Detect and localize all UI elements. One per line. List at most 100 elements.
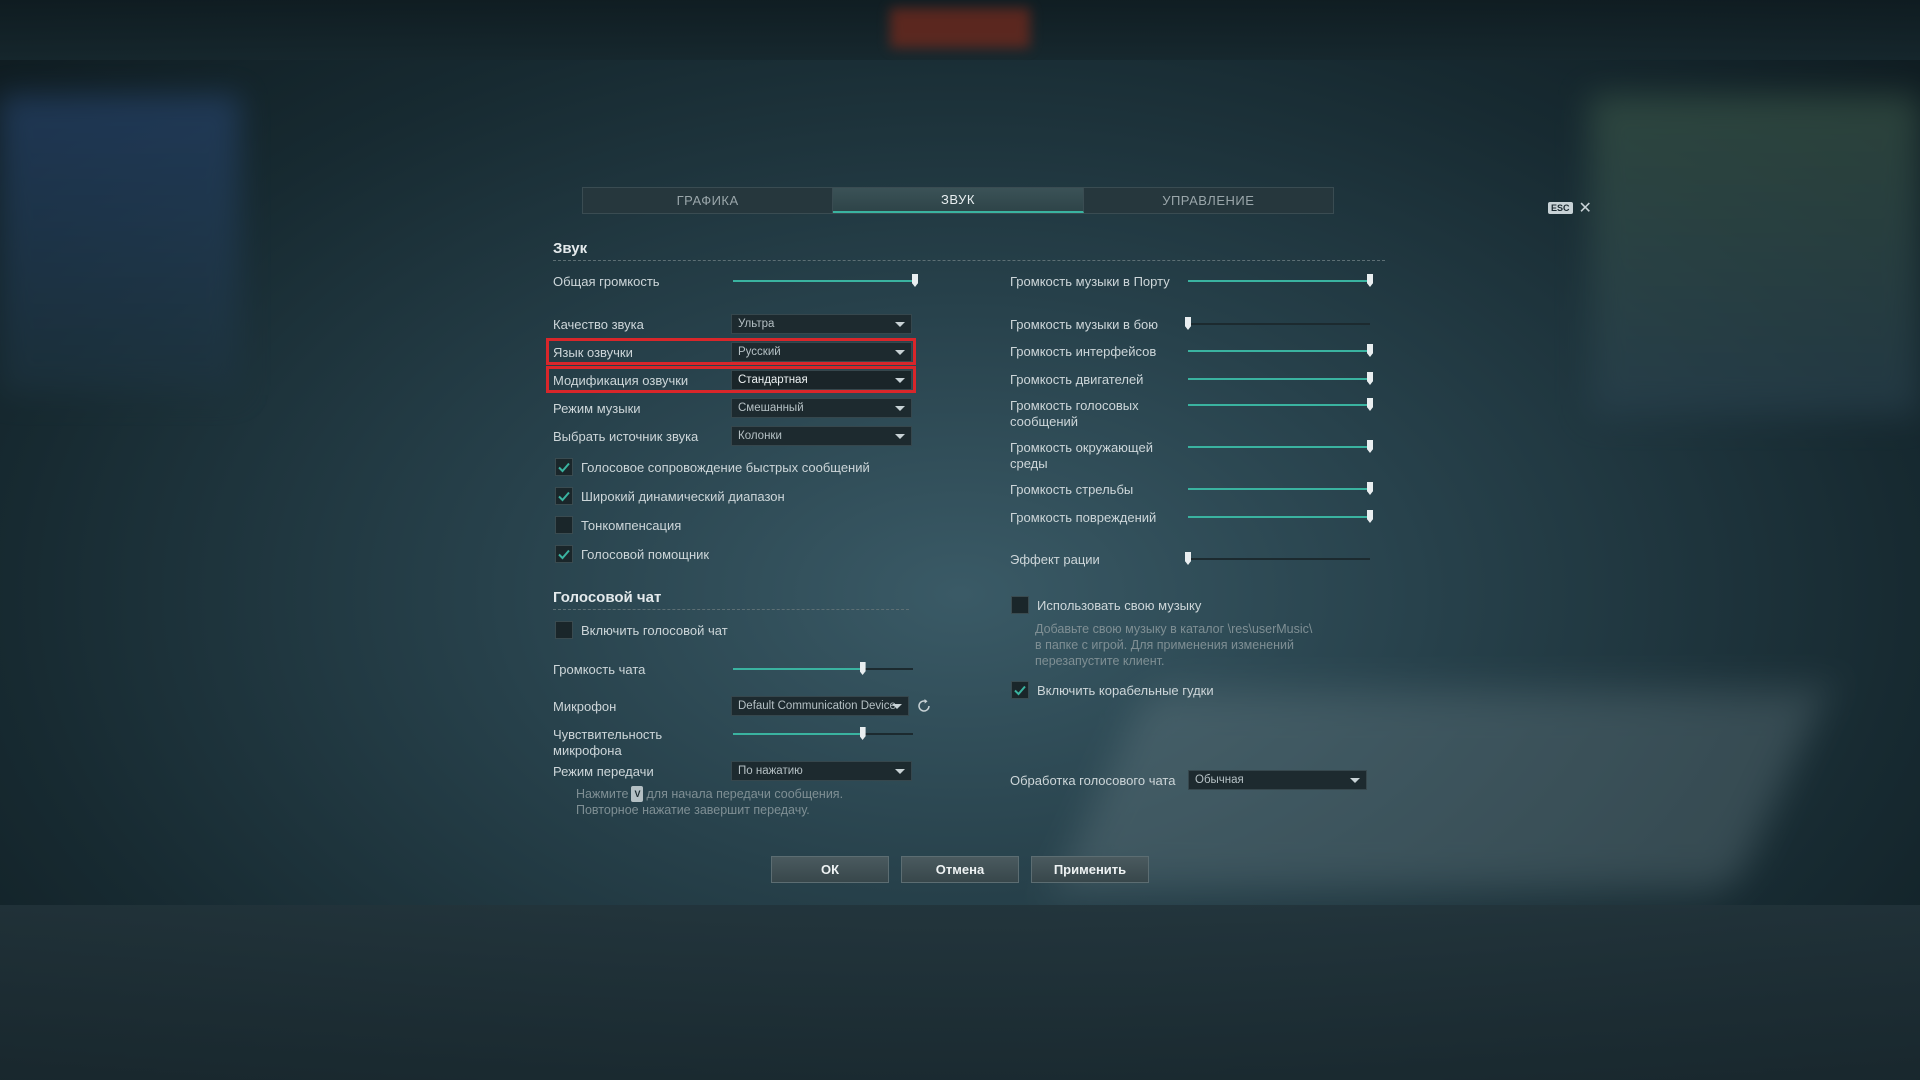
microphone-label: Микрофон bbox=[553, 699, 617, 714]
chevron-down-icon bbox=[895, 322, 905, 327]
slider-thumb[interactable] bbox=[1367, 510, 1373, 523]
ambient-volume-slider[interactable] bbox=[1188, 440, 1373, 453]
section-divider bbox=[553, 260, 1385, 261]
voice-assistant-checkbox[interactable] bbox=[555, 545, 573, 563]
enable-voice-chat-checkbox[interactable] bbox=[555, 621, 573, 639]
voice-mod-label: Модификация озвучки bbox=[553, 373, 689, 388]
transmit-mode-select[interactable]: По нажатию bbox=[731, 761, 912, 781]
loudness-compensation-checkbox[interactable] bbox=[555, 516, 573, 534]
apply-button[interactable]: Применить bbox=[1031, 856, 1149, 883]
enable-voice-chat-label: Включить голосовой чат bbox=[581, 623, 728, 638]
voice-messages-volume-slider[interactable] bbox=[1188, 398, 1373, 411]
slider-label: Громкость музыки в бою bbox=[1010, 317, 1159, 332]
background-right-panel bbox=[1590, 95, 1920, 415]
user-music-hint-line: Добавьте свою музыку в каталог \res\user… bbox=[1035, 622, 1313, 636]
chevron-down-icon bbox=[892, 704, 902, 709]
slider-label: Громкость повреждений bbox=[1010, 510, 1157, 525]
slider-thumb[interactable] bbox=[1185, 317, 1191, 330]
user-music-checkbox[interactable] bbox=[1011, 596, 1029, 614]
ship-horns-label: Включить корабельные гудки bbox=[1037, 683, 1214, 698]
checkmark-icon bbox=[1014, 685, 1026, 696]
voice-assistant-label: Голосовой помощник bbox=[581, 547, 710, 562]
slider-thumb[interactable] bbox=[859, 727, 866, 740]
cancel-button[interactable]: Отмена bbox=[901, 856, 1019, 883]
sound-quality-label: Качество звука bbox=[553, 317, 644, 332]
sound-source-label: Выбрать источник звука bbox=[553, 429, 699, 444]
quick-messages-voice-checkbox[interactable] bbox=[555, 458, 573, 476]
voice-processing-select[interactable]: Обычная bbox=[1188, 770, 1367, 790]
slider-thumb[interactable] bbox=[912, 274, 918, 287]
tab-sound[interactable]: ЗВУК bbox=[833, 188, 1084, 213]
slider-thumb[interactable] bbox=[1367, 482, 1373, 495]
radio-effect-slider[interactable] bbox=[1185, 552, 1370, 565]
slider-thumb[interactable] bbox=[1367, 398, 1373, 411]
user-music-label: Использовать свою музыку bbox=[1037, 598, 1202, 613]
music-mode-select[interactable]: Смешанный bbox=[731, 398, 912, 418]
microphone-select[interactable]: Default Communication Device bbox=[731, 696, 909, 716]
slider-label: Громкость музыки в Порту bbox=[1010, 274, 1170, 289]
chevron-down-icon bbox=[895, 378, 905, 383]
wide-dynamic-range-checkbox[interactable] bbox=[555, 487, 573, 505]
user-music-hint-line: перезапустите клиент. bbox=[1035, 654, 1165, 668]
loudness-compensation-label: Тонкомпенсация bbox=[581, 518, 682, 533]
slider-label: Эффект рации bbox=[1010, 552, 1100, 567]
close-icon[interactable]: ✕ bbox=[1579, 198, 1592, 218]
checkmark-icon bbox=[558, 491, 570, 502]
slider-thumb[interactable] bbox=[1185, 552, 1191, 565]
close-control[interactable]: ESC ✕ bbox=[1548, 198, 1592, 218]
engine-volume-slider[interactable] bbox=[1188, 372, 1373, 385]
refresh-icon[interactable] bbox=[916, 698, 932, 714]
interface-volume-slider[interactable] bbox=[1188, 344, 1373, 357]
mic-sensitivity-slider[interactable] bbox=[733, 727, 913, 740]
chat-volume-slider[interactable] bbox=[733, 662, 913, 675]
transmit-hint-before: Нажмите bbox=[576, 787, 629, 801]
quick-messages-voice-label: Голосовое сопровождение быстрых сообщени… bbox=[581, 460, 870, 475]
transmit-hint-line2: Повторное нажатие завершит передачу. bbox=[576, 803, 810, 817]
gunfire-volume-slider[interactable] bbox=[1188, 482, 1373, 495]
damage-volume-slider[interactable] bbox=[1188, 510, 1373, 523]
port-music-volume-slider[interactable] bbox=[1188, 274, 1373, 287]
chevron-down-icon bbox=[895, 350, 905, 355]
ok-button[interactable]: ОК bbox=[771, 856, 889, 883]
background-battle-button bbox=[890, 8, 1030, 48]
slider-thumb[interactable] bbox=[1367, 372, 1373, 385]
slider-label: Громкость двигателей bbox=[1010, 372, 1144, 387]
battle-music-volume-slider[interactable] bbox=[1185, 317, 1370, 330]
sound-quality-select[interactable]: Ультра bbox=[731, 314, 912, 334]
voice-language-value: Русский bbox=[738, 346, 781, 358]
esc-key-badge: ESC bbox=[1548, 202, 1573, 214]
checkmark-icon bbox=[558, 549, 570, 560]
chevron-down-icon bbox=[1350, 778, 1360, 783]
chevron-down-icon bbox=[895, 406, 905, 411]
sound-source-value: Колонки bbox=[738, 430, 782, 442]
tab-graphics[interactable]: ГРАФИКА bbox=[583, 188, 834, 213]
transmit-mode-value: По нажатию bbox=[738, 765, 803, 777]
background-carousel bbox=[0, 905, 1920, 1080]
slider-thumb[interactable] bbox=[1367, 440, 1373, 453]
sound-source-select[interactable]: Колонки bbox=[731, 426, 912, 446]
slider-thumb[interactable] bbox=[1367, 344, 1373, 357]
slider-label: Громкость окружающей среды bbox=[1010, 440, 1153, 471]
ship-horns-checkbox[interactable] bbox=[1011, 681, 1029, 699]
v-key-badge: V bbox=[631, 786, 644, 802]
slider-thumb[interactable] bbox=[1367, 274, 1373, 287]
tab-controls[interactable]: УПРАВЛЕНИЕ bbox=[1084, 188, 1333, 213]
master-volume-slider[interactable] bbox=[733, 274, 918, 287]
background-ship bbox=[1053, 690, 1827, 890]
user-music-hint-line: в папке с игрой. Для применения изменени… bbox=[1035, 638, 1294, 652]
voice-language-select[interactable]: Русский bbox=[731, 342, 912, 362]
chevron-down-icon bbox=[895, 769, 905, 774]
voice-language-label: Язык озвучки bbox=[553, 345, 633, 360]
microphone-value: Default Communication Device bbox=[738, 700, 896, 712]
voice-mod-value: Стандартная bbox=[738, 374, 808, 386]
voice-mod-select[interactable]: Стандартная bbox=[731, 370, 912, 390]
user-music-hint: Добавьте свою музыку в каталог \res\user… bbox=[1035, 621, 1312, 669]
slider-label: Громкость голосовых сообщений bbox=[1010, 398, 1139, 429]
wide-dynamic-range-label: Широкий динамический диапазон bbox=[581, 489, 785, 504]
mic-sensitivity-label: Чувствительность микрофона bbox=[553, 727, 663, 758]
transmit-hint: Нажмите Vдля начала передачи сообщения. П… bbox=[576, 786, 843, 818]
sound-quality-value: Ультра bbox=[738, 318, 775, 330]
section-divider bbox=[553, 609, 909, 610]
background-left-panel bbox=[0, 95, 240, 395]
slider-thumb[interactable] bbox=[859, 662, 866, 675]
